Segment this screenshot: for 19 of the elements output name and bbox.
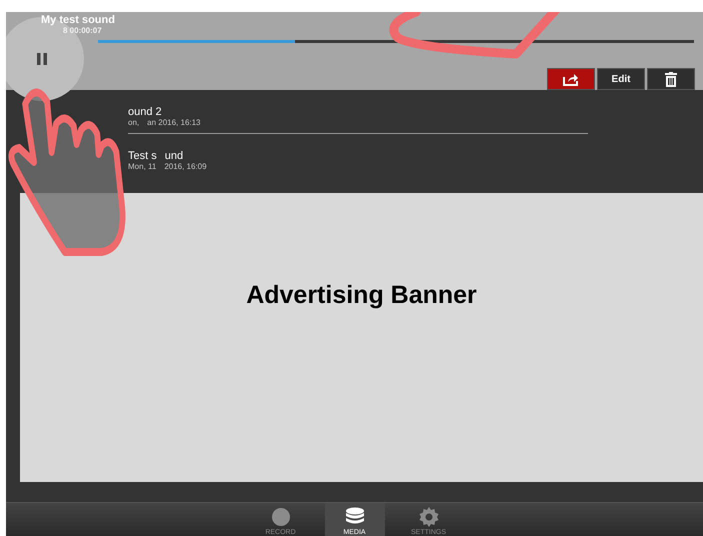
recording-date: Mon, 11 [128, 162, 156, 171]
sound-title: My test sound [41, 14, 115, 26]
gear-icon [418, 506, 438, 527]
advertising-banner[interactable]: Advertising Banner [20, 192, 703, 482]
recording-date: 2016, 16:09 [164, 162, 207, 171]
circle-icon [270, 506, 290, 527]
share-icon [563, 72, 579, 86]
recording-date: an 2016, 16:13 [147, 118, 201, 127]
share-button[interactable] [547, 68, 595, 90]
trash-icon [665, 72, 677, 86]
recording-date: on, [128, 118, 140, 127]
banner-text: Advertising Banner [246, 280, 477, 311]
progress-track[interactable] [98, 40, 694, 42]
recording-title: und [164, 150, 184, 162]
recording-title: ound 2 [128, 106, 162, 118]
delete-button[interactable] [647, 68, 695, 90]
recording-title: Test s [128, 150, 157, 162]
pause-icon [36, 53, 48, 65]
edit-button[interactable]: Edit [597, 68, 645, 90]
